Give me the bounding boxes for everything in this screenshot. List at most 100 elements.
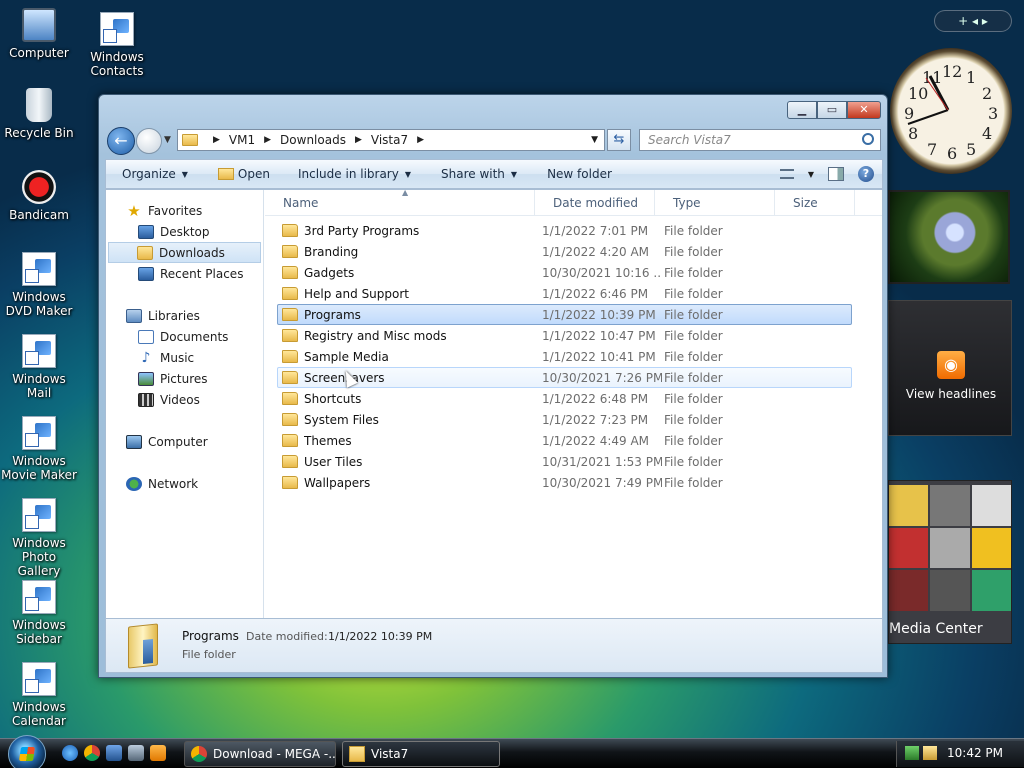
slideshow-gadget[interactable] [888,190,1010,284]
taskbar-button-explorer[interactable]: Vista7 [342,741,500,767]
chevron-right-icon[interactable]: ▶ [417,135,424,145]
media-center-gadget[interactable]: Media Center [888,480,1012,644]
nav-item-downloads[interactable]: Downloads [108,242,261,263]
desktop-icon-label: Windows Sidebar [12,618,66,646]
breadcrumb-item[interactable]: Vista7 [371,133,408,147]
toolbar-right: ▼ ? [779,166,874,182]
organize-button[interactable]: Organize ▼ [106,167,202,181]
new-folder-button[interactable]: New folder [531,167,626,181]
feed-headlines-gadget[interactable]: ◉ View headlines [888,300,1012,436]
nav-label: Videos [160,392,200,407]
media-center-label[interactable]: Media Center [889,621,983,637]
file-row[interactable]: Shortcuts 1/1/2022 6:48 PM File folder [277,388,852,409]
view-headlines-label[interactable]: View headlines [889,387,1013,401]
desktop-icon-photo-gallery[interactable]: Windows Photo Gallery [0,498,78,578]
file-row[interactable]: Help and Support 1/1/2022 6:46 PM File fol… [277,283,852,304]
chevron-down-icon[interactable]: ▼ [808,170,814,179]
file-date-modified: 10/30/2021 10:16 ... [542,265,662,280]
maximize-button[interactable]: ▭ [817,101,847,119]
nav-item-computer[interactable]: Computer [106,431,263,452]
nav-item-documents[interactable]: Documents [106,326,263,347]
recent-pages-dropdown[interactable]: ▼ [164,135,171,145]
column-header-name[interactable]: Name [265,189,535,216]
share-with-button[interactable]: Share with ▼ [425,167,531,181]
file-row[interactable]: Wallpapers 10/30/2021 7:49 PM File folder [277,472,852,493]
desktop-icon-windows-contacts[interactable]: Windows Contacts [78,12,156,78]
desktop-icon-movie-maker[interactable]: Windows Movie Maker [0,416,78,482]
nav-item-videos[interactable]: Videos [106,389,263,410]
tray-clock[interactable]: 10:42 PM [947,746,1003,760]
nav-label: Pictures [160,371,208,386]
file-row[interactable]: User Tiles 10/31/2021 1:53 PM File folder [277,451,852,472]
folder-icon [282,392,298,405]
address-dropdown-icon[interactable]: ▼ [591,135,598,145]
file-name: Registry and Misc mods [304,328,447,343]
pictures-icon [138,371,154,386]
nav-item-recent-places[interactable]: Recent Places [106,263,263,284]
media-player-icon[interactable] [150,745,166,761]
column-header-type[interactable]: Type [655,189,775,216]
chevron-right-icon[interactable]: ▶ [355,135,362,145]
file-row[interactable]: System Files 1/1/2022 7:23 PM File folder [277,409,852,430]
notification-icon[interactable] [923,746,937,760]
nav-item-music[interactable]: ♪ Music [106,347,263,368]
nav-item-network[interactable]: Network [106,473,263,494]
file-row[interactable]: 3rd Party Programs 1/1/2022 7:01 PM File f… [277,220,852,241]
start-button[interactable] [8,735,46,768]
chrome-icon[interactable] [84,745,100,761]
forward-button[interactable] [136,128,162,154]
column-header-date[interactable]: Date modified [535,189,655,216]
sidebar-controls[interactable]: + ◂ ▸ [934,10,1012,32]
search-input[interactable]: Search Vista7 [639,129,881,151]
desktop-icon-computer[interactable]: Computer [0,8,78,60]
internet-explorer-icon[interactable] [62,745,78,761]
close-button[interactable]: ✕ [847,101,881,119]
desktop-icon-dvd-maker[interactable]: Windows DVD Maker [0,252,78,318]
address-bar[interactable]: ▶ VM1 ▶ Downloads ▶ Vista7 ▶ ▼ [177,129,605,151]
file-type: File folder [664,286,723,301]
preview-pane-icon[interactable] [828,167,844,181]
open-button[interactable]: Open [202,167,284,181]
refresh-button[interactable]: ⇆ [607,129,631,151]
nav-item-pictures[interactable]: Pictures [106,368,263,389]
chevron-right-icon[interactable]: ▶ [213,135,220,145]
taskbar-button-chrome[interactable]: Download - MEGA -... [184,741,336,767]
show-desktop-icon[interactable] [106,745,122,761]
nav-label: Libraries [148,308,200,323]
file-row[interactable]: Branding 1/1/2022 4:20 AM File folder [277,241,852,262]
nav-label: Documents [160,329,229,344]
desktop-icon-label: Windows Calendar [12,700,66,728]
folder-icon [349,746,365,762]
file-row[interactable]: Registry and Misc mods 1/1/2022 10:47 PM F… [277,325,852,346]
desktop-icon-windows-calendar[interactable]: Windows Calendar [0,662,78,728]
switch-windows-icon[interactable] [128,745,144,761]
file-row[interactable]: Gadgets 10/30/2021 10:16 ... File folder [277,262,852,283]
minimize-button[interactable]: ▁ [787,101,817,119]
file-row[interactable]: Sample Media 1/1/2022 10:41 PM File folder [277,346,852,367]
desktop-icon-bandicam[interactable]: Bandicam [0,170,78,222]
column-header-size[interactable]: Size [775,189,855,216]
file-row[interactable]: Themes 1/1/2022 4:49 AM File folder [277,430,852,451]
chevron-right-icon[interactable]: ▶ [264,135,271,145]
file-row[interactable]: Programs 1/1/2022 10:39 PM File folder [277,304,852,325]
include-in-library-button[interactable]: Include in library ▼ [284,167,425,181]
back-button[interactable]: ← [107,127,135,155]
folder-icon [282,308,298,321]
change-view-icon[interactable] [779,169,794,179]
nav-item-favorites[interactable]: ★ Favorites [106,200,263,221]
desktop-icon-windows-sidebar[interactable]: Windows Sidebar [0,580,78,646]
search-icon[interactable] [862,133,874,145]
breadcrumb-item[interactable]: Downloads [280,133,346,147]
desktop-icon-recycle-bin[interactable]: Recycle Bin [0,88,78,140]
breadcrumb-item[interactable]: VM1 [229,133,255,147]
file-row[interactable]: Screensavers 10/30/2021 7:26 PM File folde… [277,367,852,388]
file-date-modified: 1/1/2022 6:46 PM [542,286,649,301]
desktop-icon-windows-mail[interactable]: Windows Mail [0,334,78,400]
network-status-icon[interactable] [905,746,919,760]
nav-item-libraries[interactable]: Libraries [106,305,263,326]
help-icon[interactable]: ? [858,166,874,182]
nav-item-desktop[interactable]: Desktop [106,221,263,242]
column-headers: ▲ Name Date modified Type Size [265,188,882,216]
search-placeholder: Search Vista7 [648,133,731,147]
file-type: File folder [664,412,723,427]
